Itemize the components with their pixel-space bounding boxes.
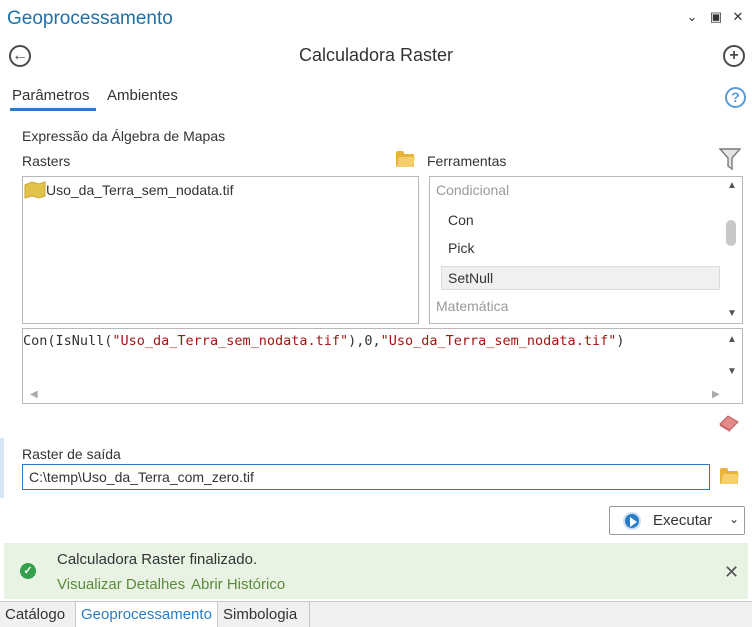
rasters-list[interactable]: [22, 176, 419, 324]
run-dropdown-chevron-icon[interactable]: ⌄: [729, 512, 739, 526]
raster-item-icon: [24, 181, 46, 199]
window-title: Geoprocessamento: [7, 8, 173, 29]
active-tab-indicator: [10, 108, 96, 111]
tool-category-condicional[interactable]: Condicional: [436, 182, 509, 198]
editor-scroll-right-icon[interactable]: ▶: [712, 389, 720, 400]
bottom-tab-geoprocessamento[interactable]: Geoprocessamento: [76, 602, 218, 627]
raster-item[interactable]: Uso_da_Terra_sem_nodata.tif: [46, 182, 234, 198]
tab-parametros[interactable]: Parâmetros: [12, 87, 90, 104]
tab-ambientes[interactable]: Ambientes: [107, 87, 178, 104]
expression-section-label: Expressão da Álgebra de Mapas: [22, 128, 226, 144]
bottom-tab-simbologia[interactable]: Simbologia: [218, 602, 310, 627]
success-check-icon: ✓: [20, 563, 36, 579]
status-message: Calculadora Raster finalizado.: [57, 551, 258, 568]
folder-icon[interactable]: [396, 151, 414, 167]
maximize-icon[interactable]: ▣: [708, 9, 724, 25]
active-field-accent: [0, 438, 4, 498]
scrollbar-thumb[interactable]: [726, 220, 736, 246]
editor-scroll-up-icon[interactable]: ▲: [727, 334, 737, 345]
run-button-label: Executar: [653, 512, 713, 529]
output-raster-input[interactable]: [22, 464, 710, 490]
editor-scroll-down-icon[interactable]: ▼: [727, 366, 737, 377]
play-icon: [623, 512, 641, 530]
expression-text[interactable]: Con(IsNull("Uso_da_Terra_sem_nodata.tif"…: [23, 333, 624, 349]
add-icon[interactable]: +: [723, 45, 745, 67]
run-button[interactable]: Executar ⌄: [609, 506, 745, 535]
editor-scroll-left-icon[interactable]: ◀: [30, 389, 38, 400]
view-details-link[interactable]: Visualizar Detalhes: [57, 576, 185, 593]
filter-icon[interactable]: [719, 147, 741, 171]
chevron-down-icon[interactable]: ⌄: [684, 9, 700, 25]
close-status-icon[interactable]: ✕: [724, 562, 739, 583]
tool-item-pick[interactable]: Pick: [448, 240, 474, 256]
tool-category-matematica[interactable]: Matemática: [436, 298, 508, 314]
tools-label: Ferramentas: [427, 153, 507, 169]
output-raster-label: Raster de saída: [22, 446, 121, 462]
scroll-up-icon[interactable]: ▲: [727, 180, 737, 191]
bottom-tab-catalogo[interactable]: Catálogo: [0, 602, 76, 627]
bottom-tab-bar: Catálogo Geoprocessamento Simbologia: [0, 601, 752, 627]
eraser-icon[interactable]: [718, 414, 740, 432]
browse-folder-icon[interactable]: [720, 468, 738, 484]
help-icon[interactable]: ?: [725, 87, 746, 108]
open-history-link[interactable]: Abrir Histórico: [191, 576, 285, 593]
close-icon[interactable]: ✕: [730, 9, 746, 25]
rasters-label: Rasters: [22, 153, 71, 169]
tool-item-setnull[interactable]: SetNull: [448, 270, 493, 286]
status-banner: ✓ Calculadora Raster finalizado. Visuali…: [4, 543, 748, 599]
scroll-down-icon[interactable]: ▼: [727, 308, 737, 319]
tool-item-con[interactable]: Con: [448, 212, 474, 228]
tool-title: Calculadora Raster: [298, 45, 454, 65]
